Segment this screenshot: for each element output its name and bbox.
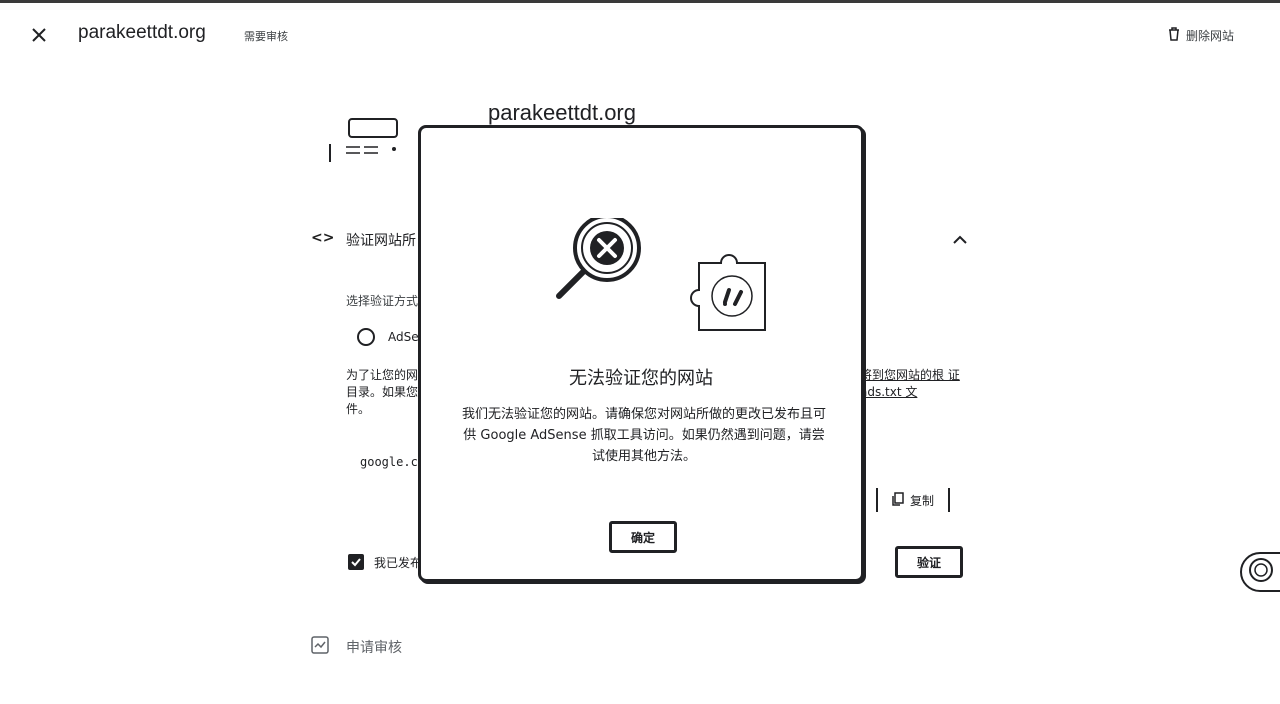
- verification-failed-illustration: [556, 218, 766, 331]
- published-checkbox[interactable]: [348, 554, 364, 570]
- status-badge: 需要审核: [244, 30, 288, 43]
- top-border: [0, 0, 1280, 3]
- close-icon[interactable]: [26, 22, 52, 48]
- page-site-title: parakeettdt.org: [488, 100, 636, 125]
- magnifier-error-icon: [556, 218, 641, 299]
- ok-button[interactable]: 确定: [609, 521, 677, 553]
- copy-button[interactable]: 复制: [876, 488, 950, 512]
- code-snippet: google.c: [360, 455, 418, 469]
- review-icon: [311, 636, 329, 654]
- site-name-title: parakeettdt.org: [78, 22, 206, 43]
- delete-site-label: 删除网站: [1186, 28, 1235, 43]
- adsense-site-page: parakeettdt.org 需要审核 删除网站 parakeettdt.or…: [0, 0, 1280, 704]
- ads-txt-link[interactable]: 将到您网站的根 证 ads.txt 文: [860, 367, 960, 401]
- dialog-title: 无法验证您的网站: [569, 368, 713, 389]
- copy-icon: [892, 491, 904, 509]
- dialog-message: 我们无法验证您的网站。请确保您对网站所做的更改已发布且可供 Google AdS…: [461, 407, 826, 464]
- delete-site-button[interactable]: 删除网站: [1168, 26, 1234, 44]
- verify-ownership-title: 验证网站所: [346, 233, 416, 249]
- site-thumbnail: [348, 118, 398, 138]
- puzzle-piece-icon: [690, 254, 766, 331]
- instructions-text-left: 为了让您的网 目录。如果您 件。: [346, 368, 419, 416]
- divider-bar: [329, 144, 331, 162]
- site-meta-lines: [346, 146, 396, 154]
- verify-button[interactable]: 验证: [895, 546, 963, 578]
- verify-method-label: 选择验证方式: [346, 294, 419, 308]
- help-button[interactable]: [1240, 552, 1280, 592]
- published-checkbox-label: 我已发布: [374, 556, 423, 570]
- help-icon: [1248, 557, 1274, 587]
- copy-label: 复制: [909, 493, 934, 508]
- request-review-label[interactable]: 申请审核: [346, 637, 402, 657]
- radio-label: AdSe: [388, 330, 419, 344]
- chevron-up-icon[interactable]: [950, 230, 970, 250]
- verification-failed-dialog: 无法验证您的网站 我们无法验证您的网站。请确保您对网站所做的更改已发布且可供 G…: [418, 125, 864, 582]
- code-icon: <>: [311, 230, 335, 246]
- trash-icon: [1168, 26, 1180, 44]
- adsense-code-radio[interactable]: [357, 328, 375, 346]
